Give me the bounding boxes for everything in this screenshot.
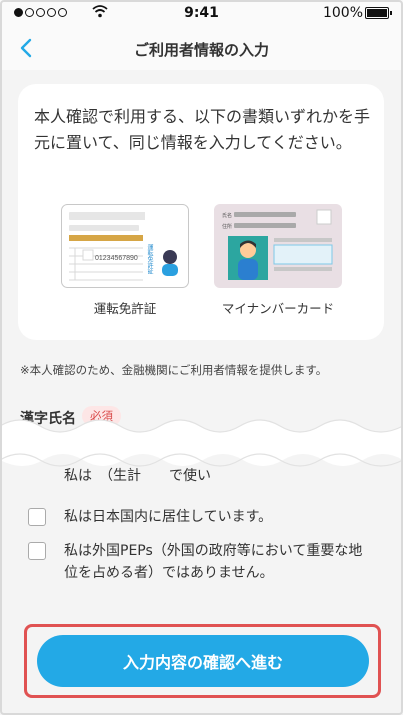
drivers-license-caption: 運転免許証 bbox=[93, 301, 157, 316]
battery-percentage: 100% bbox=[322, 5, 363, 21]
page-title: ご利用者情報の入力 bbox=[133, 41, 269, 59]
partial-text-3: で使い bbox=[169, 468, 211, 484]
license-number: 01234567890 bbox=[95, 255, 138, 262]
partial-checkbox-row: 私は （生計 で使い bbox=[28, 465, 374, 487]
peps-checkbox[interactable] bbox=[28, 542, 46, 560]
residence-checkbox[interactable] bbox=[28, 508, 46, 526]
drivers-license-illustration: 01234567890 運転免許証 運転免許証 bbox=[61, 204, 189, 316]
partial-text: 私は bbox=[64, 468, 92, 484]
main-content: 本人確認で利用する、以下の書類いずれかを手元に置いて、同じ情報を入力してください… bbox=[0, 70, 403, 715]
card-name-field: 氏名 bbox=[222, 212, 232, 219]
info-text: 本人確認で利用する、以下の書類いずれかを手元に置いて、同じ情報を入力してください… bbox=[34, 107, 371, 152]
partial-text-2: （生計 bbox=[106, 468, 141, 484]
status-bar: 9:41 100% bbox=[0, 0, 403, 26]
residence-checkbox-label: 私は日本国内に居住しています。 bbox=[64, 509, 273, 525]
my-number-card-illustration: 氏名 住所 マイナンバーカード bbox=[214, 204, 342, 316]
my-number-card: 氏名 住所 bbox=[214, 204, 342, 288]
privacy-notice: ※本人確認のため、金融機関にご利用者情報を提供します。 bbox=[20, 363, 328, 377]
residence-checkbox-row[interactable]: 私は日本国内に居住しています。 bbox=[28, 506, 374, 528]
document-info-card: 本人確認で利用する、以下の書類いずれかを手元に置いて、同じ情報を入力してください… bbox=[18, 84, 384, 340]
confirm-input-button[interactable]: 入力内容の確認へ進む bbox=[37, 635, 369, 687]
omitted-content-separator bbox=[0, 419, 403, 467]
my-number-card-caption: マイナンバーカード bbox=[221, 301, 335, 316]
battery-icon bbox=[365, 7, 392, 19]
license-vertical-label: 運転免許証 bbox=[146, 244, 153, 275]
drivers-license-card: 01234567890 運転免許証 bbox=[61, 204, 189, 288]
card-address-field: 住所 bbox=[222, 223, 232, 230]
peps-checkbox-label: 私は外国PEPs（外国の政府等において重要な地位を占める者）ではありません。 bbox=[64, 543, 363, 581]
navigation-bar: ご利用者情報の入力 bbox=[0, 26, 403, 70]
peps-checkbox-row[interactable]: 私は外国PEPs（外国の政府等において重要な地位を占める者）ではありません。 bbox=[28, 540, 374, 584]
